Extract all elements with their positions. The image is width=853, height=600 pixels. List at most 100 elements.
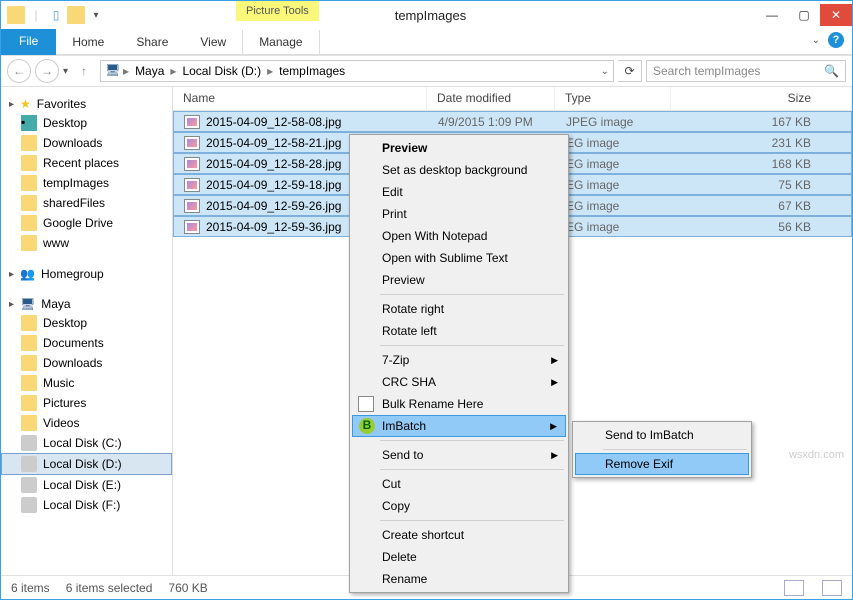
tree-item-pictures[interactable]: Pictures [1, 393, 172, 413]
expand-icon[interactable]: ▸ [9, 299, 14, 310]
tree-item-desktop2[interactable]: Desktop [1, 313, 172, 333]
cm-crc-sha[interactable]: CRC SHA▶ [352, 371, 566, 393]
minimize-button[interactable]: — [756, 4, 788, 26]
view-icons-button[interactable] [822, 580, 842, 596]
chevron-right-icon[interactable]: ▸ [123, 64, 129, 78]
cm-bulk-rename[interactable]: Bulk Rename Here [352, 393, 566, 415]
crumb-disk[interactable]: Local Disk (D:) [178, 64, 265, 78]
chevron-right-icon[interactable]: ▸ [267, 64, 273, 78]
tree-item-tempimages[interactable]: tempImages [1, 173, 172, 193]
imbatch-icon: B [359, 418, 375, 434]
tree-item-downloads[interactable]: Downloads [1, 133, 172, 153]
file-tab[interactable]: File [1, 29, 56, 55]
folder-icon [21, 415, 37, 431]
tree-item-downloads2[interactable]: Downloads [1, 353, 172, 373]
cm-7zip[interactable]: 7-Zip▶ [352, 349, 566, 371]
tree-item-disk-e[interactable]: Local Disk (E:) [1, 475, 172, 495]
tree-favorites[interactable]: ▸★Favorites [1, 95, 172, 113]
cm-delete[interactable]: Delete [352, 546, 566, 568]
column-size[interactable]: Size [671, 87, 852, 110]
cm-rename[interactable]: Rename [352, 568, 566, 590]
expand-icon[interactable]: ▸ [9, 269, 14, 280]
separator [380, 440, 564, 441]
file-type: EG image [556, 178, 672, 192]
up-button[interactable]: ↑ [72, 59, 96, 83]
cm-print[interactable]: Print [352, 203, 566, 225]
search-input[interactable]: Search tempImages 🔍 [646, 60, 846, 82]
qa-sep: | [27, 6, 45, 24]
view-tab[interactable]: View [184, 30, 242, 54]
tree-item-disk-c[interactable]: Local Disk (C:) [1, 433, 172, 453]
chevron-right-icon: ▶ [551, 355, 558, 366]
folder-icon [21, 175, 37, 191]
cm-copy[interactable]: Copy [352, 495, 566, 517]
item-count: 6 items [11, 581, 50, 595]
tree-item-disk-f[interactable]: Local Disk (F:) [1, 495, 172, 515]
column-type[interactable]: Type [555, 87, 671, 110]
cm-preview2[interactable]: Preview [352, 269, 566, 291]
share-tab[interactable]: Share [120, 30, 184, 54]
crumb-folder[interactable]: tempImages [275, 64, 349, 78]
manage-tab[interactable]: Manage [242, 30, 319, 54]
column-name[interactable]: Name [173, 87, 427, 110]
history-dropdown-icon[interactable]: ▾ [63, 66, 68, 77]
file-name: 2015-04-09_12-58-21.jpg [206, 136, 341, 150]
qa-new-folder-icon[interactable] [67, 6, 85, 24]
cm-rotate-left[interactable]: Rotate left [352, 320, 566, 342]
sub-send-to-imbatch[interactable]: Send to ImBatch [575, 424, 749, 446]
picture-tools-tab[interactable]: Picture Tools [236, 1, 319, 21]
folder-icon [21, 215, 37, 231]
sub-remove-exif[interactable]: Remove Exif [575, 453, 749, 475]
drive-icon [21, 477, 37, 493]
cm-sendto[interactable]: Send to▶ [352, 444, 566, 466]
tree-item-documents[interactable]: Documents [1, 333, 172, 353]
column-date[interactable]: Date modified [427, 87, 555, 110]
file-type: JPEG image [556, 115, 672, 129]
tree-item-disk-d[interactable]: Local Disk (D:) [1, 453, 172, 475]
drive-icon [21, 435, 37, 451]
breadcrumb-dropdown-icon[interactable]: ⌄ [601, 66, 609, 77]
qa-props-icon[interactable]: ▯ [47, 6, 65, 24]
cm-open-notepad[interactable]: Open With Notepad [352, 225, 566, 247]
selected-size: 760 KB [168, 581, 207, 595]
forward-button[interactable]: → [35, 59, 59, 83]
cm-rotate-right[interactable]: Rotate right [352, 298, 566, 320]
watermark: wsxdn.com [789, 449, 844, 461]
home-tab[interactable]: Home [56, 30, 120, 54]
ribbon: File Home Share View Manage ⌄ ? [1, 29, 852, 55]
cm-set-background[interactable]: Set as desktop background [352, 159, 566, 181]
tree-item-www[interactable]: www [1, 233, 172, 253]
view-details-button[interactable] [784, 580, 804, 596]
file-size: 168 KB [672, 157, 851, 171]
cm-cut[interactable]: Cut [352, 473, 566, 495]
breadcrumb[interactable]: 🖥 ▸ Maya ▸ Local Disk (D:) ▸ tempImages … [100, 60, 614, 82]
image-file-icon [184, 136, 200, 150]
tree-item-music[interactable]: Music [1, 373, 172, 393]
cm-preview[interactable]: Preview [352, 137, 566, 159]
file-row[interactable]: 2015-04-09_12-58-08.jpg4/9/2015 1:09 PMJ… [173, 111, 852, 132]
crumb-maya[interactable]: Maya [131, 64, 168, 78]
expand-icon[interactable]: ▸ [9, 99, 14, 110]
close-button[interactable]: ✕ [820, 4, 852, 26]
maximize-button[interactable]: ▢ [788, 4, 820, 26]
folder-icon [21, 395, 37, 411]
folder-icon [21, 315, 37, 331]
cm-open-sublime[interactable]: Open with Sublime Text [352, 247, 566, 269]
tree-item-sharedfiles[interactable]: sharedFiles [1, 193, 172, 213]
tree-homegroup[interactable]: ▸👥Homegroup [1, 265, 172, 283]
chevron-right-icon[interactable]: ▸ [170, 64, 176, 78]
cm-edit[interactable]: Edit [352, 181, 566, 203]
cm-create-shortcut[interactable]: Create shortcut [352, 524, 566, 546]
tree-pc[interactable]: ▸🖥Maya [1, 295, 172, 313]
tree-item-recent[interactable]: Recent places [1, 153, 172, 173]
ribbon-expand-icon[interactable]: ⌄ [812, 35, 820, 46]
back-button[interactable]: ← [7, 59, 31, 83]
qa-dropdown-icon[interactable]: ▾ [87, 6, 105, 24]
cm-imbatch[interactable]: BImBatch▶ [352, 415, 566, 437]
tree-item-videos[interactable]: Videos [1, 413, 172, 433]
tree-item-googledrive[interactable]: Google Drive [1, 213, 172, 233]
help-icon[interactable]: ? [828, 32, 844, 48]
tree-item-desktop[interactable]: ▪Desktop [1, 113, 172, 133]
file-type: EG image [556, 157, 672, 171]
refresh-button[interactable]: ⟳ [618, 60, 642, 82]
